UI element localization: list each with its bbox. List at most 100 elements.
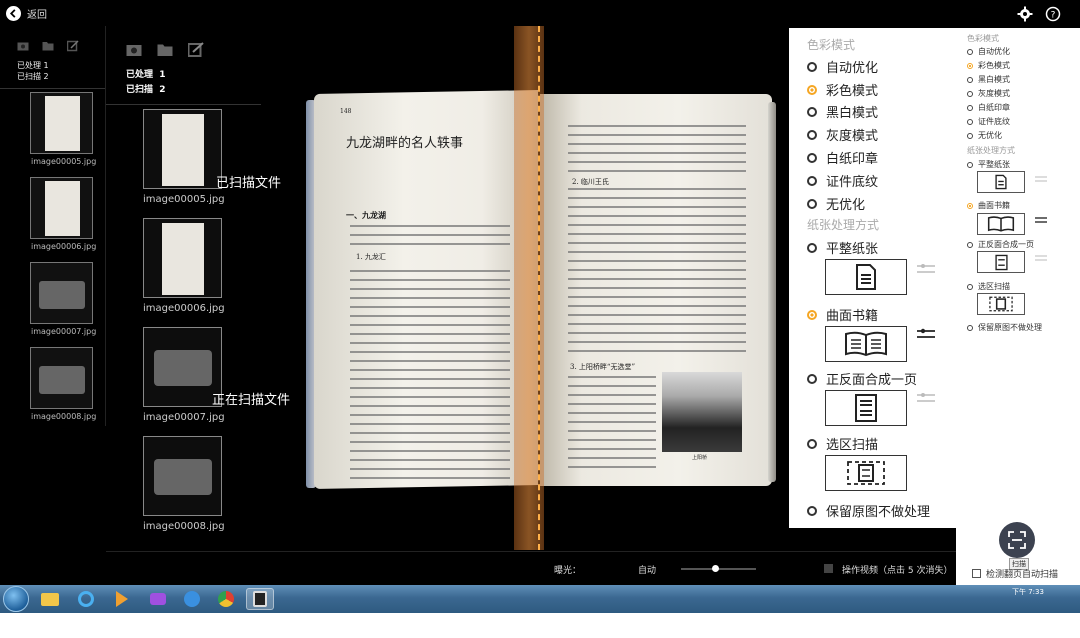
scanned-files-label: 已扫描文件 (216, 176, 282, 191)
color-mode-title: 色彩模式 (807, 38, 856, 52)
open-book-icon[interactable] (825, 326, 907, 362)
text-line (350, 432, 510, 434)
paper-mode-title: 纸张处理方式 (967, 146, 1015, 155)
help-icon[interactable]: ? (1045, 6, 1061, 22)
browser-icon[interactable] (178, 588, 206, 610)
radio-icon (807, 198, 817, 209)
flat-page-icon[interactable] (977, 171, 1025, 193)
radio-icon (807, 106, 817, 117)
processed-stat: 已处理 1 (17, 61, 49, 70)
thumbnail-caption: image00005.jpg (31, 157, 97, 166)
edit-icon[interactable] (67, 40, 79, 52)
color-mode-color[interactable]: 彩色模式 (967, 60, 1010, 71)
duplex-page-icon[interactable] (977, 251, 1025, 273)
edit-icon[interactable] (188, 42, 204, 58)
thumbnail-image00007[interactable] (30, 262, 93, 324)
thumbnail-image00008[interactable] (143, 436, 222, 516)
color-mode-color[interactable]: 彩色模式 (807, 80, 878, 99)
page-split-line[interactable] (538, 26, 540, 550)
adjust-slider-icon[interactable] (917, 392, 935, 404)
color-mode-none[interactable]: 无优化 (967, 130, 1002, 141)
radio-icon (967, 241, 973, 248)
color-mode-auto[interactable]: 自动优化 (807, 57, 878, 76)
exposure-label: 曝光： (554, 566, 582, 576)
folder-icon[interactable] (42, 40, 54, 52)
adjust-slider-icon[interactable] (917, 263, 935, 275)
back-button[interactable]: 返回 (6, 5, 47, 21)
media-player-icon[interactable] (108, 588, 136, 610)
thumbnail-image00006[interactable] (30, 177, 93, 239)
color-mode-id[interactable]: 证件底纹 (967, 116, 1010, 127)
paper-mode-duplex[interactable]: 正反面合成一页 (967, 239, 1034, 250)
exposure-slider-knob[interactable] (711, 565, 719, 572)
paper-mode-flat[interactable]: 平整纸张 (967, 159, 1010, 170)
thumbnail-image00006[interactable] (143, 218, 222, 298)
internet-explorer-icon[interactable] (72, 588, 100, 610)
auto-scan-toggle[interactable]: 检测翻页自动扫描 (972, 567, 1058, 580)
text-line (568, 421, 656, 423)
checkbox[interactable] (972, 569, 981, 578)
flat-page-icon[interactable] (825, 259, 907, 295)
open-book-icon[interactable] (977, 213, 1025, 235)
paper-mode-area-scan[interactable]: 选区扫描 (967, 281, 1010, 292)
text-line (350, 468, 510, 470)
thumbnail-image00007[interactable] (143, 327, 222, 407)
area-select-icon[interactable] (825, 455, 907, 491)
file-explorer-icon[interactable] (36, 588, 64, 610)
thumbnail-caption: image00008.jpg (143, 521, 225, 532)
radio-icon (967, 90, 973, 97)
paper-mode-curved-book[interactable]: 曲面书籍 (967, 200, 1010, 211)
camera-icon[interactable] (17, 40, 29, 52)
paper-mode-flat[interactable]: 平整纸张 (807, 238, 878, 257)
operation-video-link[interactable]: 操作视频（点击 5 次消失） (842, 563, 952, 576)
paper-mode-curved-book[interactable]: 曲面书籍 (807, 305, 878, 324)
color-mode-stamp[interactable]: 白纸印章 (807, 148, 878, 167)
scan-button[interactable] (999, 522, 1035, 558)
processed-stat: 已处理 1 (126, 70, 166, 80)
text-line (350, 459, 510, 461)
color-mode-auto[interactable]: 自动优化 (967, 46, 1010, 57)
color-mode-stamp[interactable]: 白纸印章 (967, 102, 1010, 113)
area-select-icon[interactable] (977, 293, 1025, 315)
color-mode-bw[interactable]: 黑白模式 (807, 102, 878, 121)
duplex-page-icon[interactable] (825, 390, 907, 426)
color-mode-title: 色彩模式 (967, 34, 999, 43)
scan-icon (1008, 531, 1026, 549)
adjust-slider-icon[interactable] (1035, 216, 1047, 224)
adjust-slider-icon[interactable] (1035, 175, 1047, 183)
paper-mode-duplex[interactable]: 正反面合成一页 (807, 369, 917, 388)
paper-mode-area-scan[interactable]: 选区扫描 (807, 434, 878, 453)
folder-icon[interactable] (157, 42, 173, 58)
text-line (350, 351, 510, 353)
color-mode-bw[interactable]: 黑白模式 (967, 74, 1010, 85)
adjust-slider-icon[interactable] (917, 328, 935, 340)
text-line (568, 152, 746, 154)
text-line (350, 297, 510, 299)
text-line (350, 324, 510, 326)
thumbnail-image00005[interactable] (30, 92, 93, 154)
paper-mode-keep-original[interactable]: 保留原图不做处理 (967, 322, 1042, 333)
paper-mode-keep-original[interactable]: 保留原图不做处理 (807, 501, 930, 520)
scanner-app-icon[interactable] (246, 588, 274, 610)
thumbnail-image00005[interactable] (143, 109, 222, 189)
text-line (568, 412, 656, 414)
play-video-icon[interactable] (824, 564, 833, 573)
settings-gear-icon[interactable] (1017, 6, 1033, 22)
text-line (350, 360, 510, 362)
thumbnail-image00008[interactable] (30, 347, 93, 409)
chrome-icon[interactable] (212, 588, 240, 610)
camera-icon[interactable] (126, 42, 142, 58)
game-center-icon[interactable] (144, 588, 172, 610)
processing-options-panel: 色彩模式 自动优化 彩色模式 黑白模式 灰度模式 白纸印章 证件底纹 无优化 纸… (789, 28, 959, 528)
adjust-slider-icon[interactable] (1035, 254, 1047, 262)
text-line (568, 314, 746, 316)
radio-icon (807, 129, 817, 140)
text-line (568, 287, 746, 289)
color-mode-gray[interactable]: 灰度模式 (967, 88, 1010, 99)
color-mode-gray[interactable]: 灰度模式 (807, 125, 878, 144)
color-mode-none[interactable]: 无优化 (807, 194, 865, 213)
color-mode-id[interactable]: 证件底纹 (807, 171, 878, 190)
radio-icon (807, 438, 817, 449)
start-button[interactable] (3, 586, 29, 612)
windows-taskbar: 下午 7:33 (0, 585, 1080, 613)
